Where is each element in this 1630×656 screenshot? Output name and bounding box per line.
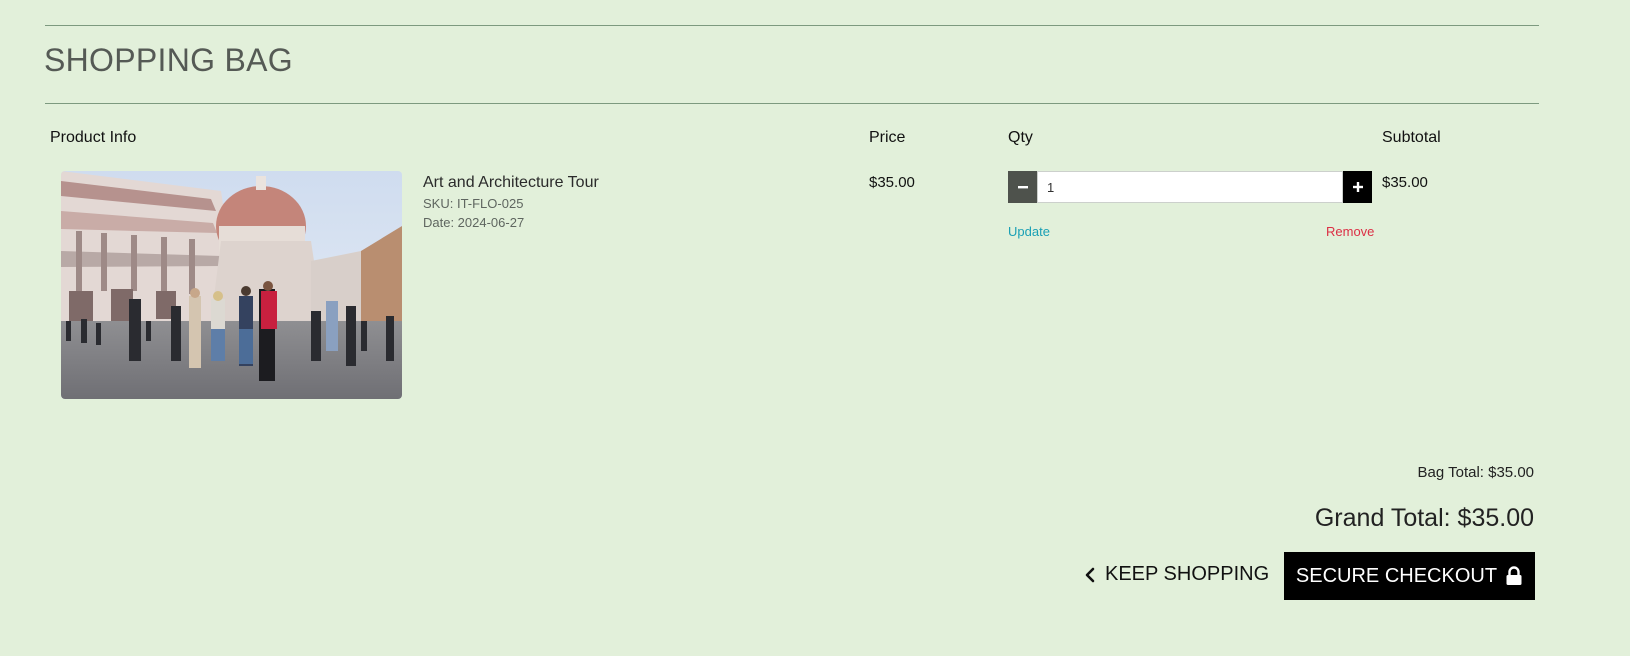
product-image — [61, 171, 402, 399]
keep-shopping-button[interactable]: KEEP SHOPPING — [1085, 563, 1269, 586]
plus-icon — [1352, 182, 1363, 192]
header-divider — [45, 103, 1539, 104]
bag-total: Bag Total: $35.00 — [1417, 464, 1534, 481]
minus-icon — [1017, 186, 1028, 189]
remove-link[interactable]: Remove — [1326, 224, 1374, 239]
product-date: Date: 2024-06-27 — [423, 215, 525, 230]
column-header-qty: Qty — [1008, 129, 1033, 146]
decrement-qty-button[interactable] — [1008, 171, 1037, 203]
chevron-left-icon — [1085, 567, 1095, 582]
page-title: SHOPPING BAG — [44, 42, 293, 78]
column-header-price: Price — [869, 129, 906, 146]
lock-icon — [1506, 566, 1522, 585]
secure-checkout-button[interactable]: SECURE CHECKOUT — [1284, 552, 1535, 600]
grand-total: Grand Total: $35.00 — [1314, 504, 1534, 532]
column-header-product-info: Product Info — [50, 129, 137, 146]
shopping-bag-page: SHOPPING BAG Product Info Price Qty Subt… — [0, 0, 1630, 656]
increment-qty-button[interactable] — [1343, 171, 1372, 203]
product-name[interactable]: Art and Architecture Tour — [423, 174, 599, 192]
product-subtotal: $35.00 — [1382, 174, 1428, 191]
product-sku: SKU: IT-FLO-025 — [423, 196, 524, 211]
quantity-stepper — [1008, 171, 1372, 203]
keep-shopping-label: KEEP SHOPPING — [1105, 563, 1270, 585]
column-header-subtotal: Subtotal — [1382, 129, 1441, 146]
secure-checkout-label: SECURE CHECKOUT — [1295, 564, 1498, 587]
top-divider — [45, 25, 1539, 26]
update-link[interactable]: Update — [1008, 224, 1050, 239]
quantity-input[interactable] — [1037, 171, 1343, 203]
product-price: $35.00 — [869, 174, 915, 191]
